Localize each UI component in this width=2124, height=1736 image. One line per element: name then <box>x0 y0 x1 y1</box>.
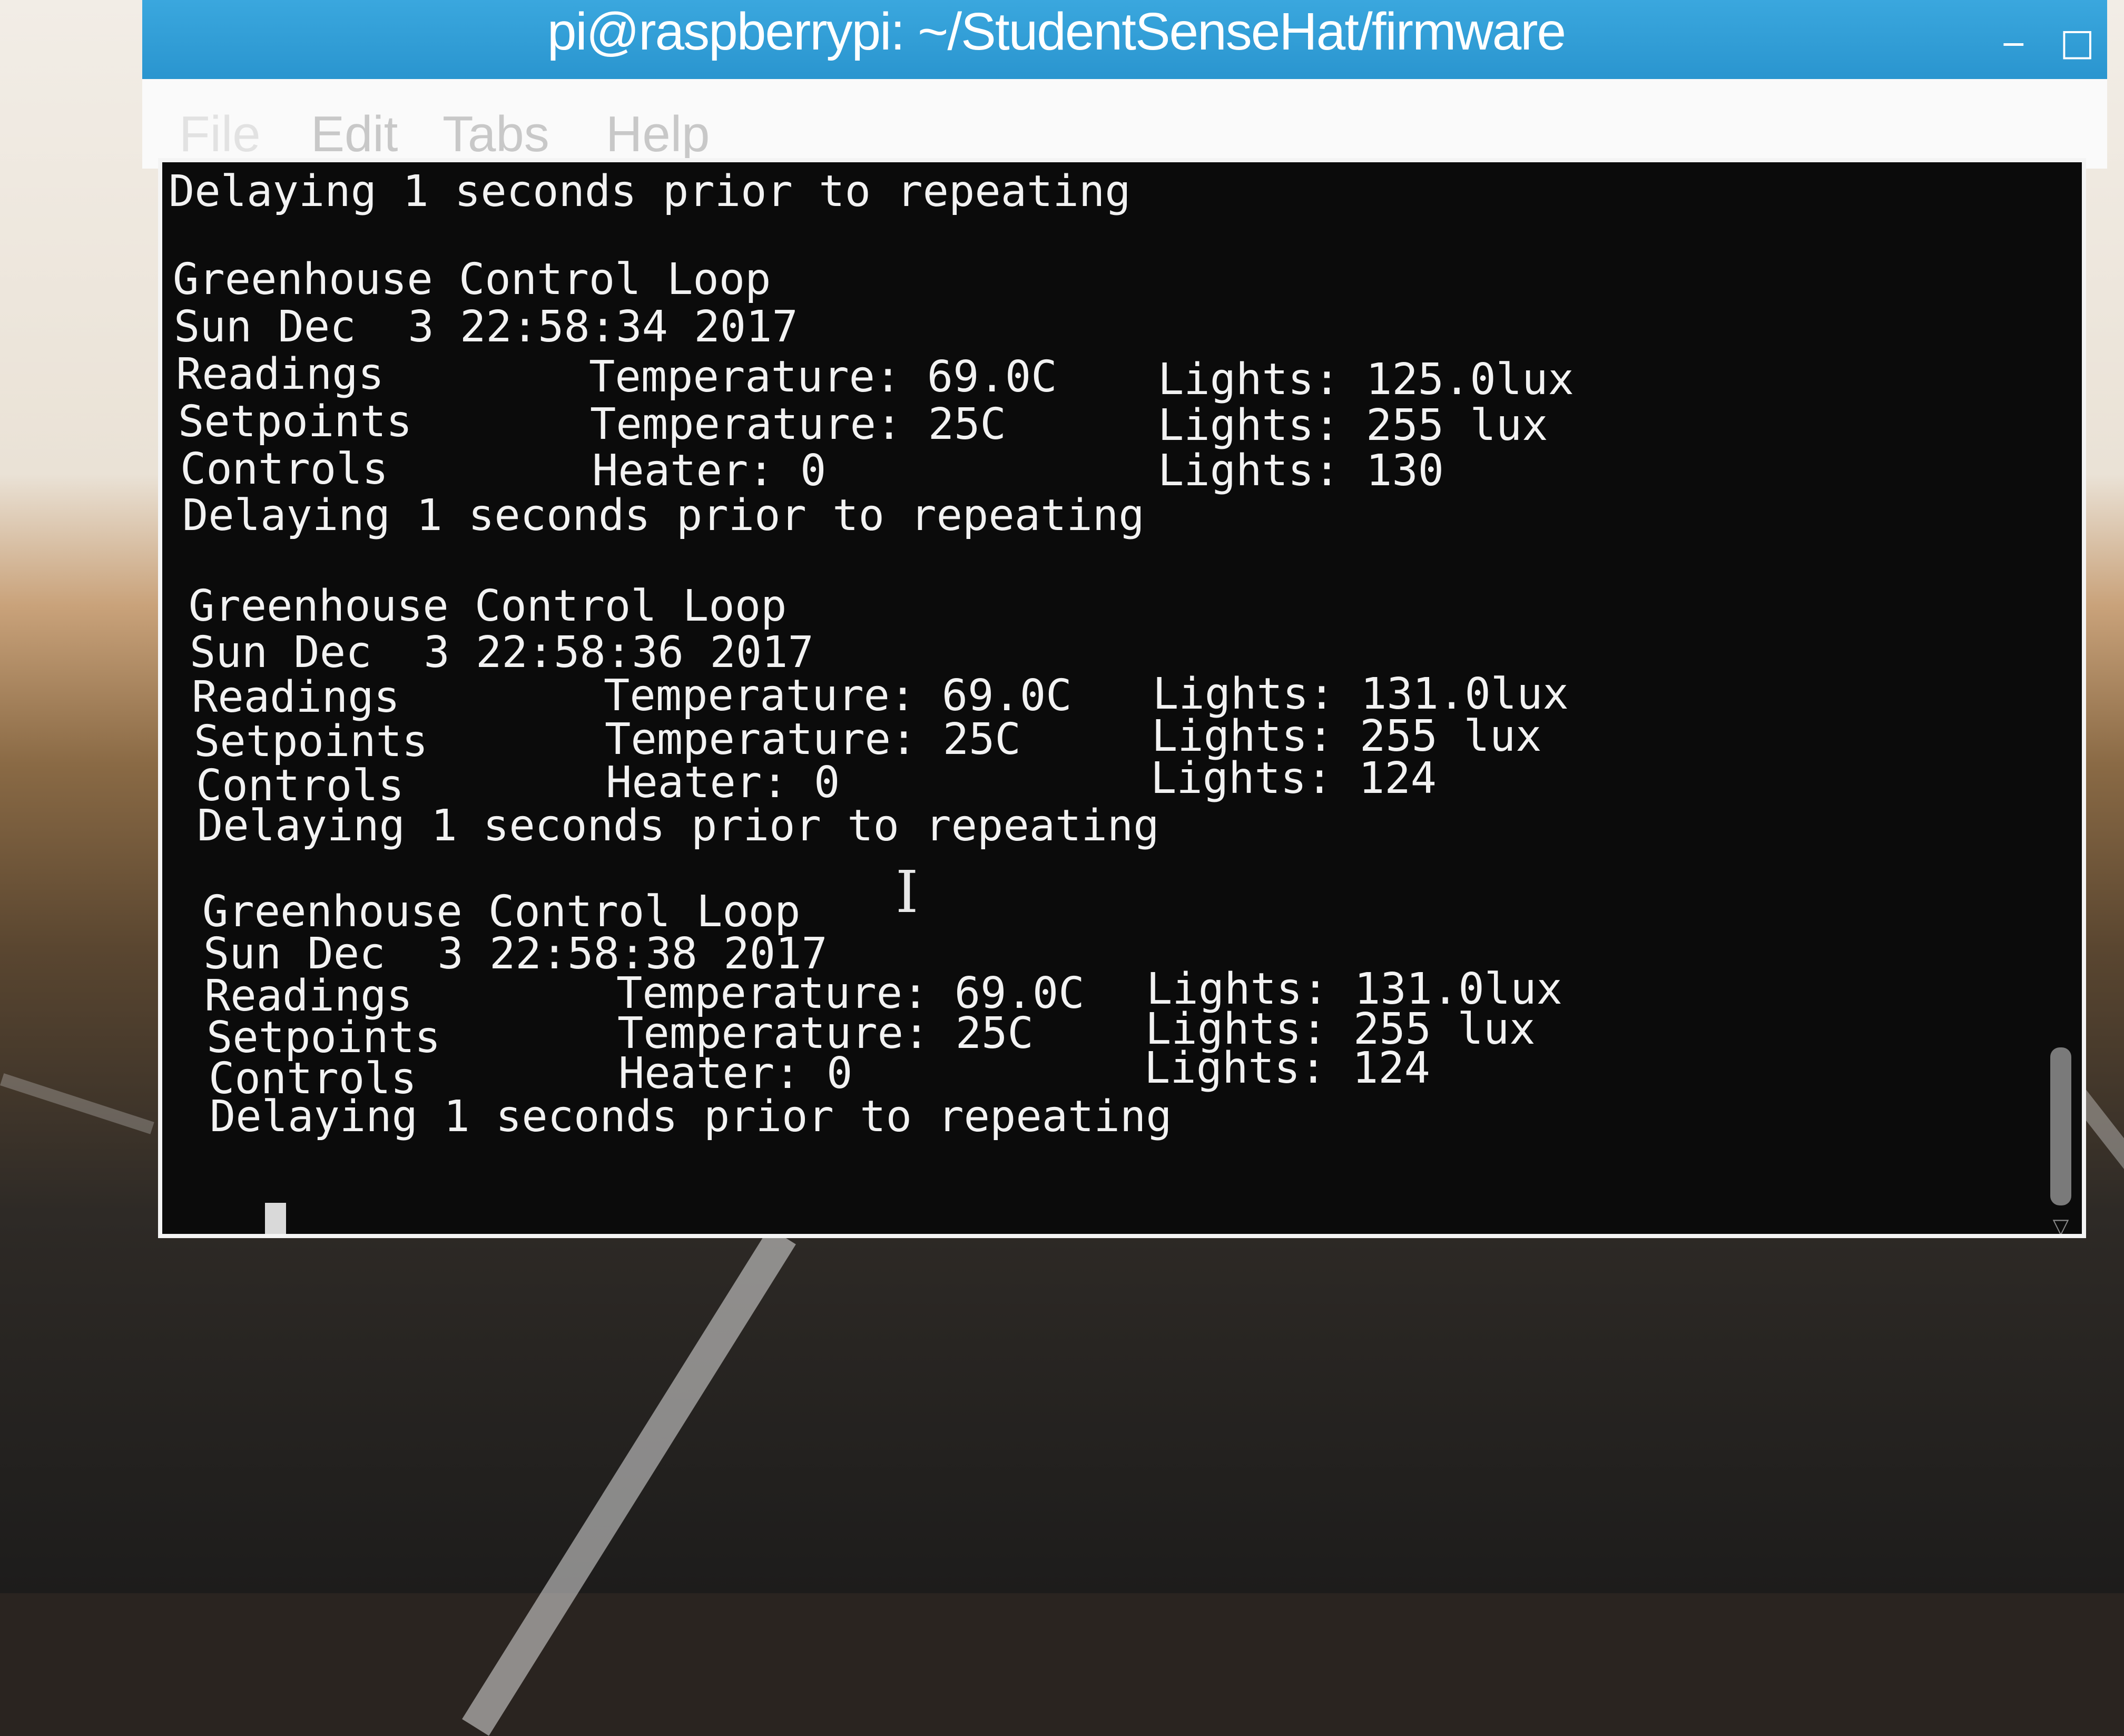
ibeam-cursor-icon: I <box>896 858 919 926</box>
readings-label: Readings <box>192 672 400 722</box>
scroll-down-arrow-icon[interactable]: ▽ <box>2047 1216 2074 1234</box>
vertical-scrollbar-thumb[interactable] <box>2050 1047 2071 1205</box>
setpoints-lights: Lights: 255 lux <box>1158 400 1548 450</box>
wallpaper-road-line <box>0 1073 154 1134</box>
window-title: pi@raspberrypi: ~/StudentSenseHat/firmwa… <box>547 2 1566 61</box>
text-cursor <box>265 1203 286 1234</box>
setpoints-label: Setpoints <box>178 397 412 447</box>
readings-label: Readings <box>176 349 384 399</box>
maximize-button[interactable]: □ <box>2060 21 2094 63</box>
delay-line: Delaying 1 seconds prior to repeating <box>169 166 1131 217</box>
delay-line: Delaying 1 seconds prior to repeating <box>182 491 1145 541</box>
delay-line: Delaying 1 seconds prior to repeating <box>210 1092 1172 1142</box>
loop-title: Greenhouse Control Loop <box>173 254 771 305</box>
readings-temperature: Temperature: 69.0C <box>589 352 1057 402</box>
controls-heater: Heater: 0 <box>592 446 827 496</box>
terminal-output[interactable]: Delaying 1 seconds prior to repeating Gr… <box>158 158 2086 1238</box>
setpoints-label: Setpoints <box>194 717 428 767</box>
wallpaper-road-line <box>462 1228 796 1736</box>
controls-lights: Lights: 124 <box>1150 753 1437 803</box>
controls-lights: Lights: 130 <box>1158 446 1444 496</box>
terminal-window: pi@raspberrypi: ~/StudentSenseHat/firmwa… <box>142 0 2107 1254</box>
readings-temperature: Temperature: 69.0C <box>604 671 1072 721</box>
delay-line: Delaying 1 seconds prior to repeating <box>197 801 1159 851</box>
menu-help[interactable]: Help <box>606 105 710 163</box>
menu-bar: File Edit Tabs Help <box>142 79 2107 169</box>
title-bar[interactable]: pi@raspberrypi: ~/StudentSenseHat/firmwa… <box>142 0 2107 79</box>
controls-lights: Lights: 124 <box>1144 1043 1431 1093</box>
menu-file[interactable]: File <box>179 105 261 163</box>
loop-timestamp: Sun Dec 3 22:58:34 2017 <box>174 302 798 352</box>
minimize-button[interactable]: ‒ <box>2002 21 2025 63</box>
loop-title: Greenhouse Control Loop <box>189 581 787 631</box>
menu-tabs[interactable]: Tabs <box>442 105 549 163</box>
menu-edit[interactable]: Edit <box>311 105 398 163</box>
readings-lights: Lights: 125.0lux <box>1158 355 1574 405</box>
setpoints-temperature: Temperature: 25C <box>590 399 1006 449</box>
controls-label: Controls <box>180 444 388 494</box>
